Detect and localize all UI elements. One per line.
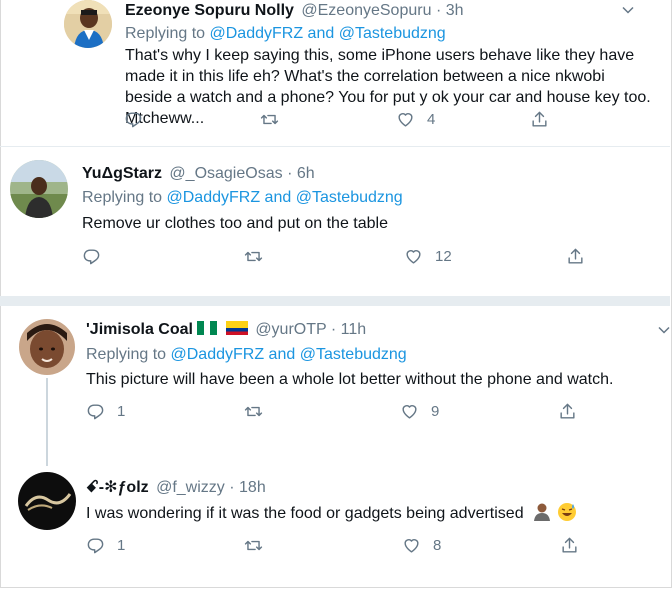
avatar[interactable] xyxy=(19,319,75,375)
like-count: 4 xyxy=(427,111,436,128)
tweet-text: I was wondering if it was the food or ga… xyxy=(86,505,524,522)
timestamp[interactable]: · 3h xyxy=(436,2,464,19)
retweet-button[interactable] xyxy=(244,536,275,555)
nigeria-flag-icon xyxy=(197,321,218,335)
display-name[interactable]: YuΔgStarz xyxy=(82,165,162,182)
reply-icon xyxy=(87,404,104,420)
avatar[interactable] xyxy=(18,472,76,530)
share-button[interactable] xyxy=(530,110,549,129)
share-icon xyxy=(532,111,547,127)
reply-mention-tastebudzng[interactable]: @Tastebudzng xyxy=(300,346,407,363)
tweet-yuagstarz[interactable]: YuΔgStarz @_OsagieOsas · 6h Replying to … xyxy=(0,147,670,287)
like-button[interactable]: 9 xyxy=(400,402,439,421)
reply-and[interactable]: and xyxy=(265,189,292,206)
reply-count: 1 xyxy=(117,537,126,554)
like-count: 12 xyxy=(435,248,452,265)
share-icon xyxy=(560,403,575,419)
tweet-text: Remove ur clothes too and put on the tab… xyxy=(82,215,388,232)
chevron-down-icon[interactable] xyxy=(658,324,670,336)
replying-to-label: Replying to xyxy=(125,25,206,42)
share-button[interactable] xyxy=(566,247,585,266)
chevron-down-icon[interactable] xyxy=(622,4,634,16)
tweet-text: This picture will have been a whole lot … xyxy=(86,371,614,388)
sweat-smile-emoji-icon xyxy=(557,503,576,521)
display-name[interactable]: Ezeonye Sopuru Nolly xyxy=(125,2,294,19)
timestamp[interactable]: · 18h xyxy=(229,479,265,496)
user-handle[interactable]: @EzeonyeSopuru xyxy=(301,2,431,19)
like-icon xyxy=(404,539,419,553)
tweet-actions: 1 8 xyxy=(86,536,586,558)
thread-line xyxy=(46,456,48,466)
like-count: 9 xyxy=(431,403,440,420)
replying-to: Replying to @DaddyFRZ and @Tastebudzng xyxy=(82,188,403,208)
section-divider xyxy=(0,296,670,306)
replying-to-label: Replying to xyxy=(82,189,163,206)
tweet-actions: 12 xyxy=(82,247,592,269)
tweet-text-line: I was wondering if it was the food or ga… xyxy=(86,502,670,524)
reply-mention-tastebudzng[interactable]: @Tastebudzng xyxy=(296,189,403,206)
retweet-button[interactable] xyxy=(244,247,275,266)
reply-and[interactable]: and xyxy=(269,346,296,363)
like-icon xyxy=(398,113,413,127)
reply-count: 1 xyxy=(117,403,126,420)
tweet-folz[interactable]: ꗃ-✻ƒolz @f_wizzy · 18h I was wondering i… xyxy=(0,456,670,587)
reply-icon xyxy=(87,538,104,554)
tweet-header: ꗃ-✻ƒolz @f_wizzy · 18h xyxy=(86,478,266,498)
avatar[interactable] xyxy=(64,0,112,48)
tweet-header: YuΔgStarz @_OsagieOsas · 6h xyxy=(82,164,315,184)
display-name[interactable]: 'Jimisola Coal xyxy=(86,321,193,338)
share-icon xyxy=(568,248,583,264)
reply-button[interactable]: 1 xyxy=(86,536,125,555)
retweet-icon xyxy=(260,114,279,125)
like-button[interactable]: 4 xyxy=(396,110,435,129)
colombia-flag-icon xyxy=(225,321,248,335)
reply-icon xyxy=(125,112,142,128)
like-icon xyxy=(406,250,421,264)
tweet-header: Ezeonye Sopuru Nolly @EzeonyeSopuru · 3h xyxy=(125,1,464,21)
tweet-ezeonye[interactable]: Ezeonye Sopuru Nolly @EzeonyeSopuru · 3h… xyxy=(0,0,670,140)
timestamp[interactable]: · 11h xyxy=(331,321,366,338)
share-button[interactable] xyxy=(558,402,577,421)
share-icon xyxy=(562,537,577,553)
avatar-image xyxy=(18,472,76,530)
reply-button[interactable] xyxy=(82,247,113,266)
avatar-image xyxy=(19,319,75,375)
display-name[interactable]: ꗃ-✻ƒolz xyxy=(86,479,149,496)
reply-icon xyxy=(83,249,100,265)
reply-button[interactable]: 1 xyxy=(86,402,125,421)
avatar-image xyxy=(64,0,112,48)
replying-to: Replying to @DaddyFRZ and @Tastebudzng xyxy=(125,24,446,44)
user-handle[interactable]: @f_wizzy xyxy=(156,479,225,496)
tweet-header: 'Jimisola Coal @yurOTP · 11h xyxy=(86,320,366,340)
tweet-actions: 1 9 xyxy=(86,402,586,424)
replying-to: Replying to @DaddyFRZ and @Tastebudzng xyxy=(86,345,407,365)
tweet-jimisola[interactable]: 'Jimisola Coal @yurOTP · 11h Replying to… xyxy=(0,306,670,456)
user-handle[interactable]: @_OsagieOsas xyxy=(169,165,282,182)
like-count: 8 xyxy=(433,537,442,554)
retweet-icon xyxy=(244,251,263,262)
replying-to-label: Replying to xyxy=(86,346,167,363)
like-button[interactable]: 8 xyxy=(402,536,441,555)
reply-and[interactable]: and xyxy=(308,25,335,42)
thread-line xyxy=(46,378,48,456)
avatar[interactable] xyxy=(10,160,68,218)
timestamp[interactable]: · 6h xyxy=(287,165,315,182)
person-shrugging-emoji-icon xyxy=(534,503,551,521)
user-handle[interactable]: @yurOTP xyxy=(255,321,326,338)
reply-button[interactable] xyxy=(124,110,155,129)
like-button[interactable]: 12 xyxy=(404,247,452,266)
tweet-actions: 4 xyxy=(124,110,564,132)
retweet-button[interactable] xyxy=(260,110,291,129)
avatar-image xyxy=(10,160,68,218)
retweet-button[interactable] xyxy=(244,402,275,421)
reply-mention-tastebudzng[interactable]: @Tastebudzng xyxy=(339,25,446,42)
reply-mention-daddyfrz[interactable]: @DaddyFRZ xyxy=(171,346,265,363)
retweet-icon xyxy=(244,406,263,417)
like-icon xyxy=(402,405,417,419)
share-button[interactable] xyxy=(560,536,579,555)
reply-mention-daddyfrz[interactable]: @DaddyFRZ xyxy=(210,25,304,42)
reply-mention-daddyfrz[interactable]: @DaddyFRZ xyxy=(167,189,261,206)
retweet-icon xyxy=(244,540,263,551)
